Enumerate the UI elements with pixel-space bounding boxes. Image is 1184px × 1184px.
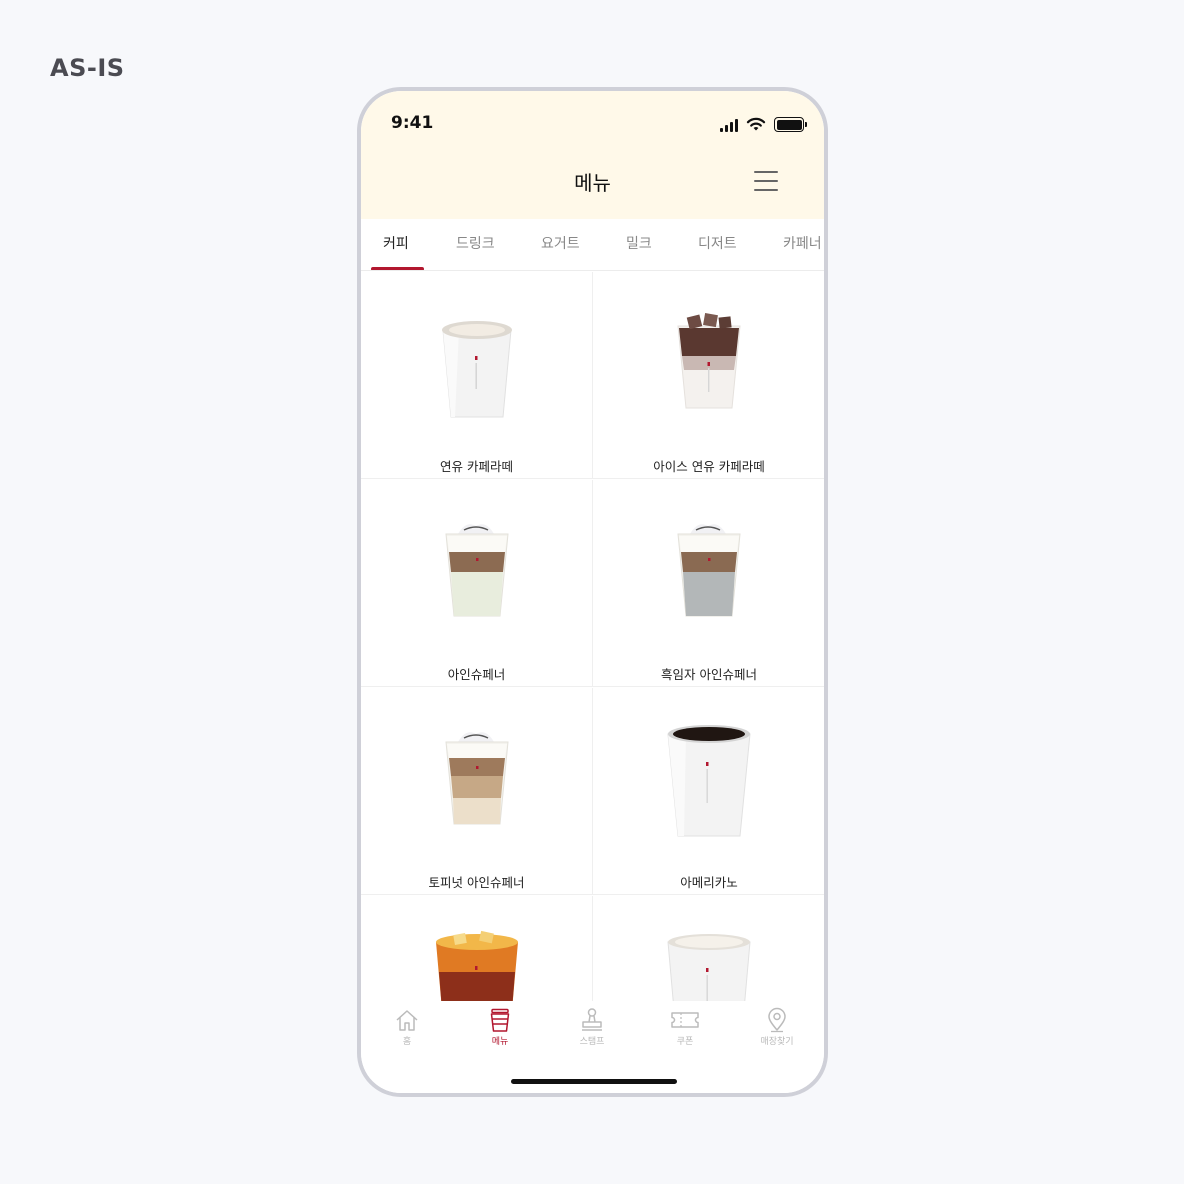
stamp-icon (582, 1008, 602, 1031)
iced-tea-cup-image (435, 930, 518, 1002)
nav-stamp[interactable]: 스탬프 (562, 1007, 622, 1047)
nav-coupon[interactable]: 쿠폰 (655, 1007, 715, 1047)
nav-label: 스탬프 (579, 1037, 605, 1047)
cup-icon (490, 1008, 510, 1032)
battery-icon (774, 117, 807, 132)
location-pin-icon (768, 1007, 786, 1033)
app-screen: 9:41 메뉴 커피 드링크 요거트 밀크 디저트 카페너 연유 카페라떼 아이… (361, 91, 824, 1093)
menu-item-card[interactable]: 아메리카노 (593, 688, 824, 895)
home-icon (396, 1010, 418, 1031)
menu-item-card[interactable]: 아이스 연유 카페라떼 (593, 272, 824, 479)
menu-item-card[interactable] (361, 896, 593, 1002)
cellular-signal-icon (720, 118, 738, 132)
menu-item-card[interactable]: 아인슈페너 (361, 480, 593, 687)
phone-frame: 9:41 메뉴 커피 드링크 요거트 밀크 디저트 카페너 연유 카페라떼 아이… (357, 87, 828, 1097)
page-label: AS-IS (50, 54, 125, 82)
wifi-icon (746, 117, 766, 131)
tab-dessert[interactable]: 디저트 (698, 219, 737, 270)
menu-item-name: 연유 카페라떼 (440, 459, 513, 474)
americano-cup-image (667, 725, 751, 837)
menu-item-name: 토피넛 아인슈페너 (428, 875, 525, 890)
menu-item-name: 흑임자 아인슈페너 (661, 667, 757, 682)
coupon-icon (671, 1012, 699, 1028)
menu-item-name: 아메리카노 (680, 875, 738, 890)
nav-home[interactable]: 홈 (377, 1007, 437, 1047)
status-icons (720, 117, 807, 132)
nav-menu[interactable]: 메뉴 (470, 1007, 530, 1047)
hot-cup-image (667, 934, 751, 1002)
tab-cafe-more[interactable]: 카페너 (783, 219, 822, 270)
hamburger-menu-icon[interactable] (754, 171, 778, 191)
home-indicator (511, 1079, 677, 1084)
menu-grid: 연유 카페라떼 아이스 연유 카페라떼 아인슈페너 흑임자 아인슈페너 토피넛 … (361, 272, 824, 1002)
hot-cup-image (441, 321, 512, 418)
menu-item-card[interactable]: 연유 카페라떼 (361, 272, 593, 479)
einspanner-image (444, 524, 509, 617)
black-sesame-einspanner-image (677, 524, 741, 617)
nav-label: 홈 (402, 1037, 412, 1047)
nav-label: 쿠폰 (676, 1037, 694, 1047)
nav-label: 매장찾기 (760, 1037, 794, 1047)
menu-item-card[interactable] (593, 896, 824, 1002)
toffee-nut-einspanner-image (444, 732, 509, 825)
menu-item-card[interactable]: 토피넛 아인슈페너 (361, 688, 593, 895)
header-area: 9:41 메뉴 (361, 91, 824, 219)
iced-latte-image (677, 313, 741, 409)
menu-item-card[interactable]: 흑임자 아인슈페너 (593, 480, 824, 687)
active-tab-indicator (371, 267, 424, 270)
tab-milk[interactable]: 밀크 (626, 219, 652, 270)
tab-drink[interactable]: 드링크 (456, 219, 495, 270)
nav-store-finder[interactable]: 매장찾기 (747, 1007, 807, 1047)
tab-yogurt[interactable]: 요거트 (541, 219, 580, 270)
tab-coffee[interactable]: 커피 (383, 219, 409, 270)
status-time: 9:41 (391, 113, 434, 133)
nav-label: 메뉴 (491, 1037, 509, 1047)
menu-item-name: 아이스 연유 카페라떼 (653, 459, 765, 474)
menu-item-name: 아인슈페너 (447, 667, 506, 682)
category-tabs: 커피 드링크 요거트 밀크 디저트 카페너 (361, 219, 824, 271)
